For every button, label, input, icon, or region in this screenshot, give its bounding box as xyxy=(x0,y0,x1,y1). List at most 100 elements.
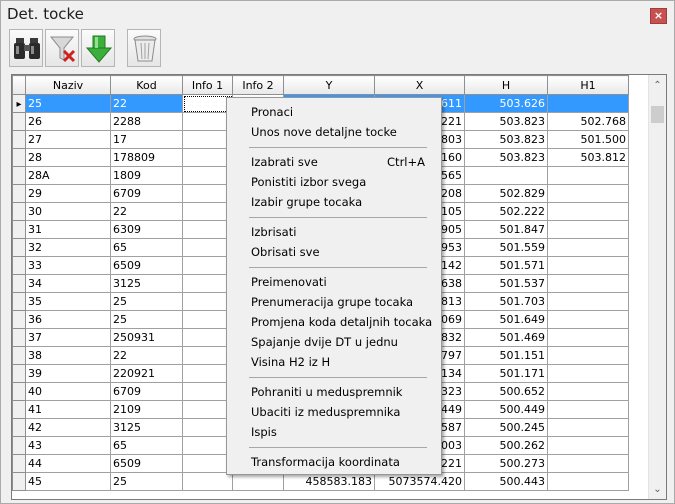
row-indicator[interactable] xyxy=(12,382,26,401)
menu-item-prenumeracija-grupe-tocaka[interactable]: Prenumeracija grupe tocaka xyxy=(251,295,413,309)
menu-item-ispis[interactable]: Ispis xyxy=(251,425,277,439)
cell-naziv[interactable]: 36 xyxy=(25,310,111,329)
row-indicator[interactable] xyxy=(12,292,26,311)
row-indicator[interactable] xyxy=(12,256,26,275)
find-button[interactable] xyxy=(9,29,43,67)
scroll-up-icon[interactable]: ⌃ xyxy=(649,77,666,94)
column-header-x[interactable]: X xyxy=(374,75,465,95)
cell-info1[interactable] xyxy=(182,292,233,311)
cell-info1[interactable] xyxy=(182,472,233,491)
cell-h1[interactable] xyxy=(547,346,629,365)
cell-naziv[interactable]: 38 xyxy=(25,346,111,365)
cell-h[interactable]: 503.823 xyxy=(464,130,548,149)
cell-naziv[interactable]: 32 xyxy=(25,238,111,257)
menu-item-izbrisati[interactable]: Izbrisati xyxy=(251,225,296,239)
cell-h1[interactable] xyxy=(547,274,629,293)
cell-naziv[interactable]: 39 xyxy=(25,364,111,383)
cell-h[interactable]: 501.649 xyxy=(464,310,548,329)
cell-h[interactable]: 501.537 xyxy=(464,274,548,293)
cell-kod[interactable]: 22 xyxy=(110,346,183,365)
column-header-info1[interactable]: Info 1 xyxy=(182,75,233,95)
menu-item-pronaci[interactable]: Pronaci xyxy=(251,105,293,119)
cell-h1[interactable] xyxy=(547,184,629,203)
cell-kod[interactable]: 2288 xyxy=(110,112,183,131)
cell-h1[interactable] xyxy=(547,202,629,221)
menu-item-promjena-koda-detaljnih-tocaka[interactable]: Promjena koda detaljnih tocaka xyxy=(251,315,432,329)
cell-info1[interactable] xyxy=(182,256,233,275)
cell-naziv[interactable]: 29 xyxy=(25,184,111,203)
row-indicator[interactable] xyxy=(12,166,26,185)
row-indicator[interactable]: ▸ xyxy=(12,94,26,113)
cell-kod[interactable]: 3125 xyxy=(110,274,183,293)
cell-kod[interactable]: 22 xyxy=(110,94,183,113)
row-indicator[interactable] xyxy=(12,346,26,365)
cell-info1[interactable] xyxy=(182,382,233,401)
clear-filter-button[interactable] xyxy=(45,29,79,67)
row-indicator[interactable] xyxy=(12,436,26,455)
column-header-info2[interactable]: Info 2 xyxy=(232,75,284,95)
cell-info1[interactable] xyxy=(182,310,233,329)
cell-h[interactable]: 501.703 xyxy=(464,292,548,311)
import-button[interactable] xyxy=(81,29,115,67)
scroll-down-icon[interactable]: ⌄ xyxy=(649,481,666,498)
cell-kod[interactable]: 220921 xyxy=(110,364,183,383)
cell-h1[interactable] xyxy=(547,166,629,185)
menu-item-pohraniti-u-meduspremnik[interactable]: Pohraniti u meduspremnik xyxy=(251,385,402,399)
cell-info1[interactable] xyxy=(182,202,233,221)
cell-h[interactable]: 502.829 xyxy=(464,184,548,203)
table-row[interactable]: 45 25 458583.183 5073574.420 500.443 xyxy=(12,472,629,491)
menu-item-visina-h2-iz-h[interactable]: Visina H2 iz H xyxy=(251,355,330,369)
cell-naziv[interactable]: 43 xyxy=(25,436,111,455)
cell-h1[interactable] xyxy=(547,310,629,329)
cell-y[interactable]: 458583.183 xyxy=(283,472,375,491)
cell-h[interactable]: 503.626 xyxy=(464,94,548,113)
delete-button[interactable] xyxy=(127,29,161,67)
row-indicator[interactable] xyxy=(12,472,26,491)
cell-h[interactable]: 500.273 xyxy=(464,454,548,473)
cell-kod[interactable]: 178809 xyxy=(110,148,183,167)
cell-info1[interactable] xyxy=(182,130,233,149)
cell-h1[interactable] xyxy=(547,256,629,275)
cell-info1[interactable] xyxy=(182,238,233,257)
cell-naziv[interactable]: 41 xyxy=(25,400,111,419)
cell-h[interactable]: 503.823 xyxy=(464,112,548,131)
cell-naziv[interactable]: 26 xyxy=(25,112,111,131)
row-indicator[interactable] xyxy=(12,202,26,221)
cell-h[interactable]: 501.171 xyxy=(464,364,548,383)
cell-naziv[interactable]: 35 xyxy=(25,292,111,311)
row-indicator[interactable] xyxy=(12,148,26,167)
cell-h1[interactable] xyxy=(547,400,629,419)
cell-kod[interactable]: 6509 xyxy=(110,454,183,473)
cell-kod[interactable]: 22 xyxy=(110,202,183,221)
cell-kod[interactable]: 6709 xyxy=(110,184,183,203)
column-header-y[interactable]: Y xyxy=(283,75,375,95)
cell-info2[interactable] xyxy=(232,472,284,491)
cell-h[interactable]: 500.443 xyxy=(464,472,548,491)
cell-h1[interactable] xyxy=(547,364,629,383)
cell-h1[interactable]: 503.812 xyxy=(547,148,629,167)
row-indicator[interactable] xyxy=(12,418,26,437)
cell-info1[interactable] xyxy=(182,328,233,347)
cell-naziv[interactable]: 33 xyxy=(25,256,111,275)
cell-h1[interactable] xyxy=(547,94,629,113)
cell-x[interactable]: 5073574.420 xyxy=(374,472,465,491)
cell-naziv[interactable]: 34 xyxy=(25,274,111,293)
vertical-scrollbar[interactable]: ⌃ ⌄ xyxy=(648,75,666,499)
row-indicator[interactable] xyxy=(12,238,26,257)
cell-h[interactable]: 502.222 xyxy=(464,202,548,221)
row-indicator[interactable] xyxy=(12,400,26,419)
cell-naziv[interactable]: 44 xyxy=(25,454,111,473)
cell-naziv[interactable]: 37 xyxy=(25,328,111,347)
cell-info1[interactable] xyxy=(182,94,233,113)
close-button[interactable]: × xyxy=(650,8,667,24)
cell-kod[interactable]: 1809 xyxy=(110,166,183,185)
cell-h1[interactable] xyxy=(547,328,629,347)
column-header-kod[interactable]: Kod xyxy=(110,75,183,95)
menu-item-obrisati-sve[interactable]: Obrisati sve xyxy=(251,245,320,259)
cell-kod[interactable]: 65 xyxy=(110,238,183,257)
cell-naziv[interactable]: 45 xyxy=(25,472,111,491)
cell-kod[interactable]: 25 xyxy=(110,472,183,491)
row-indicator[interactable] xyxy=(12,328,26,347)
menu-item-unos-nove-detaljne-tocke[interactable]: Unos nove detaljne tocke xyxy=(251,125,397,139)
cell-h[interactable]: 501.571 xyxy=(464,256,548,275)
